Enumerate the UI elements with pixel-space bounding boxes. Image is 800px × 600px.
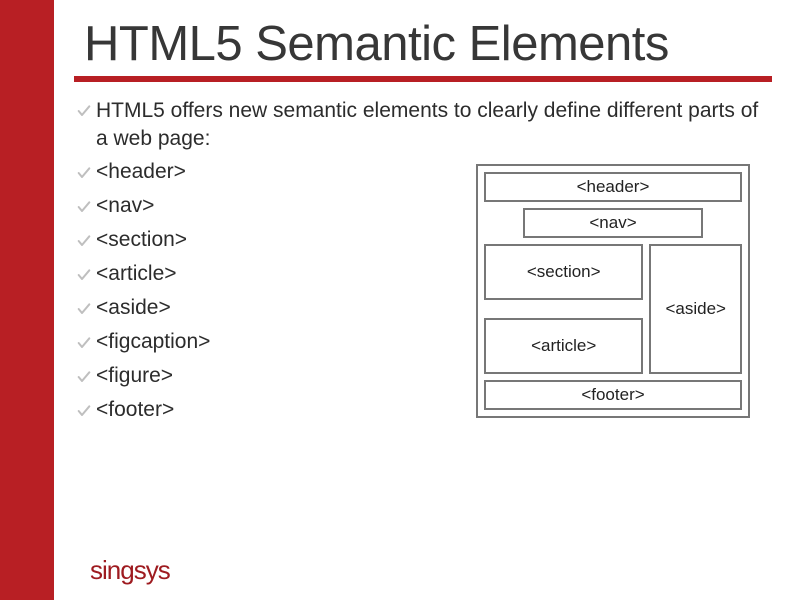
diagram-section-box: <section> — [484, 244, 643, 300]
diagram-footer-box: <footer> — [484, 380, 742, 410]
diagram-article-box: <article> — [484, 318, 643, 374]
list-item-label: <article> — [96, 262, 177, 286]
intro-bullet: HTML5 offers new semantic elements to cl… — [76, 96, 772, 152]
list-item-label: <footer> — [96, 398, 174, 422]
check-icon — [76, 294, 96, 322]
list-item-label: <nav> — [96, 194, 154, 218]
check-icon — [76, 226, 96, 254]
list-item-label: <figcaption> — [96, 330, 210, 354]
check-icon — [76, 328, 96, 356]
list-item-label: <section> — [96, 228, 187, 252]
brand-logo: singsys — [90, 555, 170, 586]
check-icon — [76, 192, 96, 220]
list-item-label: <header> — [96, 160, 186, 184]
intro-text: HTML5 offers new semantic elements to cl… — [96, 96, 772, 152]
check-icon — [76, 396, 96, 424]
slide-title: HTML5 Semantic Elements — [54, 0, 800, 76]
check-icon — [76, 362, 96, 390]
diagram-left-column: <section> <article> — [484, 244, 643, 374]
check-icon — [76, 260, 96, 288]
slide-body: HTML5 Semantic Elements HTML5 offers new… — [54, 0, 800, 600]
slide-content: HTML5 offers new semantic elements to cl… — [54, 82, 800, 424]
diagram-aside-box: <aside> — [649, 244, 742, 374]
layout-diagram: <header> <nav> <section> <article> <asid… — [476, 164, 750, 418]
list-item-label: <figure> — [96, 364, 173, 388]
check-icon — [76, 158, 96, 186]
list-item-label: <aside> — [96, 296, 171, 320]
diagram-middle: <section> <article> <aside> — [484, 244, 742, 374]
diagram-nav-box: <nav> — [523, 208, 703, 238]
diagram-header-box: <header> — [484, 172, 742, 202]
accent-sidebar — [0, 0, 54, 600]
check-icon — [76, 96, 96, 124]
